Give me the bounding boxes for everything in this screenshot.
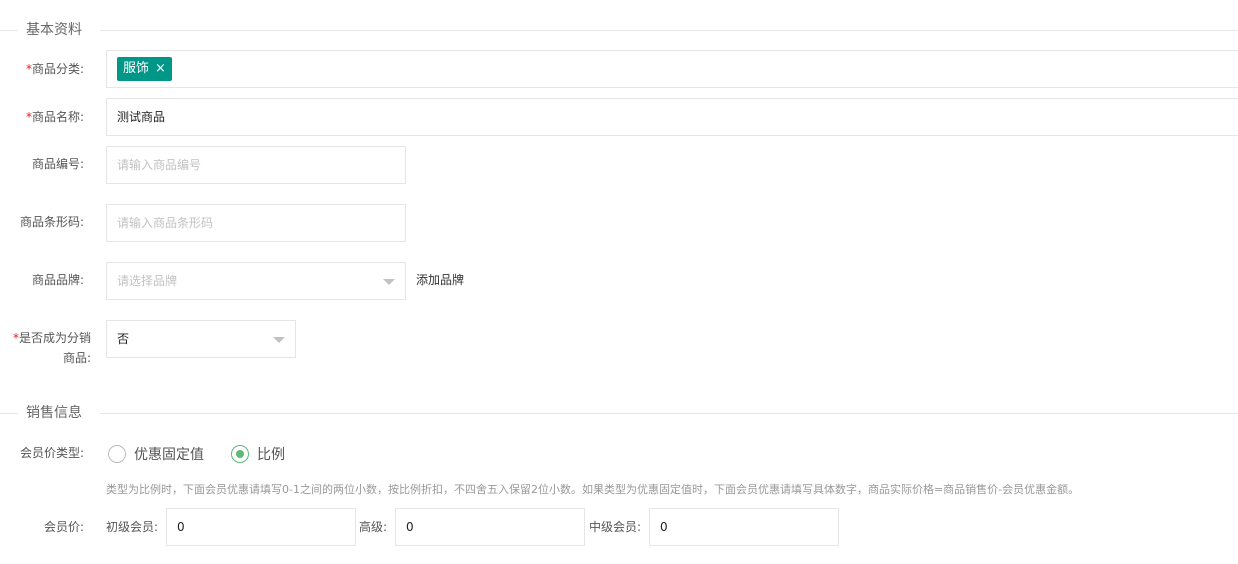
junior-member-price-field[interactable]: 0 (166, 508, 356, 546)
barcode-field[interactable]: 请输入商品条形码 (106, 204, 406, 242)
brand-placeholder: 请选择品牌 (117, 274, 178, 288)
senior-member-price-value: 0 (406, 520, 414, 534)
section-basic-header: 基本资料 (0, 20, 1238, 40)
junior-member-price-value: 0 (177, 520, 185, 534)
divider (0, 30, 18, 31)
category-tag-label: 服饰 (123, 61, 150, 76)
radio-ratio[interactable]: 比例 (231, 444, 285, 464)
chevron-down-icon (273, 337, 285, 343)
radio-ratio-label: 比例 (257, 447, 285, 463)
section-basic-title: 基本资料 (26, 22, 82, 38)
name-label: *商品名称: (25, 110, 84, 124)
middle-member-label: 中级会员: (589, 520, 642, 534)
barcode-placeholder: 请输入商品条形码 (117, 216, 214, 230)
divider (100, 413, 1238, 414)
chevron-down-icon (383, 279, 395, 285)
senior-member-price-field[interactable]: 0 (395, 508, 585, 546)
code-label: 商品编号: (31, 157, 84, 171)
radio-fixed-label: 优惠固定值 (134, 447, 204, 463)
name-field[interactable]: 测试商品 (106, 98, 1238, 136)
code-field[interactable]: 请输入商品编号 (106, 146, 406, 184)
radio-off-icon (108, 445, 126, 463)
member-price-label: 会员价: (43, 520, 84, 534)
distribution-select[interactable]: 否 (106, 320, 296, 358)
radio-fixed[interactable]: 优惠固定值 (108, 444, 204, 464)
section-sales-header: 销售信息 (0, 403, 1238, 423)
category-label: *商品分类: (25, 62, 84, 76)
member-price-type-label: 会员价类型: (19, 446, 84, 460)
brand-label: 商品品牌: (31, 273, 84, 287)
member-price-hint: 类型为比例时，下面会员优惠请填写0-1之间的两位小数，按比例折扣，不四舍五入保留… (106, 483, 1080, 496)
close-icon[interactable]: × (155, 57, 166, 81)
divider (100, 30, 1238, 31)
junior-member-label: 初级会员: (106, 520, 159, 534)
add-brand-link[interactable]: 添加品牌 (416, 272, 464, 288)
distribution-value: 否 (117, 332, 130, 346)
brand-select[interactable]: 请选择品牌 (106, 262, 406, 300)
senior-member-label: 高级: (359, 520, 388, 534)
category-tag: 服饰 × (117, 57, 172, 81)
barcode-label: 商品条形码: (19, 215, 84, 229)
middle-member-price-value: 0 (660, 520, 668, 534)
name-value: 测试商品 (117, 110, 166, 124)
distribution-label: *是否成为分销 商品: (12, 331, 91, 365)
radio-on-icon (231, 445, 249, 463)
code-placeholder: 请输入商品编号 (117, 158, 202, 172)
divider (0, 413, 18, 414)
middle-member-price-field[interactable]: 0 (649, 508, 839, 546)
category-select[interactable]: 服饰 × (106, 50, 1238, 88)
section-sales-title: 销售信息 (26, 405, 82, 421)
